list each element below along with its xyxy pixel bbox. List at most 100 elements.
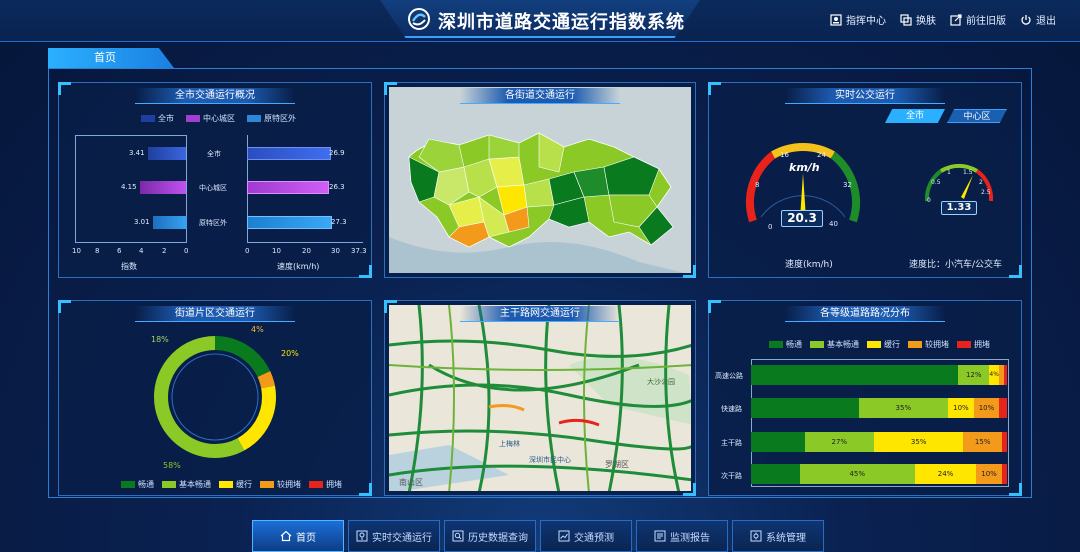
bar-segment-light-congested: 10% <box>976 464 1002 484</box>
donut-label-light-congested: 4% <box>251 325 264 334</box>
legend-swatch <box>810 341 824 348</box>
chart-icon <box>558 530 570 542</box>
street-map-panel: 各街道交通运行 <box>384 82 696 278</box>
tab-home[interactable]: 首页 <box>48 48 174 68</box>
legend-swatch <box>247 115 261 122</box>
legend-item: 较拥堵 <box>260 479 301 490</box>
district-legend: 畅通 基本畅通 缓行 较拥堵 拥堵 <box>121 479 342 490</box>
donut-label-smooth: 18% <box>151 335 169 344</box>
arterial-map[interactable]: 上梅林 深圳市民中心 南山区 罗湖区 大沙公园 <box>389 305 691 491</box>
road-level-name: 高速公路 <box>715 372 743 380</box>
road-level-bar: 35% 10% 10% <box>751 398 1007 418</box>
index-value-city: 3.41 <box>129 149 145 157</box>
map-label: 南山区 <box>399 478 423 487</box>
bar-segment-light-congested: 15% <box>963 432 1002 452</box>
legend-swatch <box>908 341 922 348</box>
bar-segment-smooth <box>751 398 859 418</box>
speed-gauge-tick: 0 <box>768 223 773 231</box>
bar-segment-congested <box>1001 432 1007 452</box>
top-bar: 深圳市道路交通运行指数系统 指挥中心 换肤 前往旧版 退出 <box>0 0 1080 42</box>
bar-segment-basic: 12% <box>958 365 990 385</box>
bar-segment-slow: 10% <box>948 398 974 418</box>
command-center-icon <box>830 13 842 26</box>
skin-label: 换肤 <box>916 16 936 27</box>
bar-segment-congested <box>999 398 1007 418</box>
nav-forecast[interactable]: 交通预测 <box>540 520 632 552</box>
index-value-outer: 3.01 <box>134 218 150 226</box>
legend-label: 畅通 <box>138 480 154 489</box>
nav-label: 交通预测 <box>574 532 614 544</box>
map-label: 罗湖区 <box>605 460 629 469</box>
nav-realtime[interactable]: 实时交通运行 <box>348 520 440 552</box>
legend-item-center: 中心城区 <box>186 113 235 124</box>
settings-icon <box>750 530 762 542</box>
speed-gauge-tick: 8 <box>755 181 760 189</box>
legend-swatch <box>309 481 323 488</box>
road-level-bar: 27% 35% 15% <box>751 432 1007 452</box>
skin-button[interactable]: 换肤 <box>900 12 936 27</box>
road-level-bar: 12% 4% <box>751 365 1007 385</box>
legend-item: 缓行 <box>867 339 900 350</box>
speed-axis-label: 速度(km/h) <box>277 262 320 271</box>
search-icon <box>452 530 464 542</box>
bottom-nav: 首页 实时交通运行 历史数据查询 交通预测 监测报告 系统管理 <box>252 520 824 552</box>
legend-item-outer: 原特区外 <box>247 113 296 124</box>
logout-label: 退出 <box>1036 16 1056 27</box>
speed-value-city: 26.9 <box>329 149 345 157</box>
tab-center[interactable]: 中心区 <box>947 109 1007 123</box>
bar-segment-congested <box>1004 365 1007 385</box>
location-icon <box>356 530 368 542</box>
logout-button[interactable]: 退出 <box>1020 12 1056 27</box>
legend-label: 较拥堵 <box>277 480 301 489</box>
ratio-gauge-tick: 0 <box>927 197 931 204</box>
index-tick: 8 <box>95 247 100 255</box>
skin-icon <box>900 13 912 26</box>
nav-report[interactable]: 监测报告 <box>636 520 728 552</box>
road-levels-legend: 畅通 基本畅通 缓行 较拥堵 拥堵 <box>769 339 990 350</box>
district-panel: 街道片区交通运行 18% 4% 20% 58% 畅通 基本畅通 缓行 较拥堵 拥… <box>58 300 372 496</box>
bar-segment-basic: 35% <box>858 398 949 418</box>
bar-segment-light-congested: 10% <box>973 398 1000 418</box>
legend-swatch <box>219 481 233 488</box>
nav-history[interactable]: 历史数据查询 <box>444 520 536 552</box>
speed-gauge-value: 20.3 <box>781 210 823 227</box>
donut-label-basic: 58% <box>163 461 181 470</box>
legend-label: 较拥堵 <box>925 340 949 349</box>
map-label: 上梅林 <box>499 440 520 448</box>
bus-title: 实时公交运行 <box>785 88 945 104</box>
speed-gauge-tick: 40 <box>829 220 838 228</box>
legend-item: 缓行 <box>219 479 252 490</box>
index-bar-city <box>148 147 186 160</box>
ratio-gauge-tick: 2 <box>979 179 983 186</box>
command-center-button[interactable]: 指挥中心 <box>830 12 886 27</box>
ratio-gauge-label: 速度比：小汽车/公交车 <box>909 260 1003 270</box>
index-tick: 0 <box>184 247 189 255</box>
legend-label: 缓行 <box>236 480 252 489</box>
overview-panel: 全市交通运行概况 全市 中心城区 原特区外 3.41 4.15 3.01 全市 … <box>58 82 372 278</box>
index-tick: 2 <box>162 247 167 255</box>
index-tick: 4 <box>139 247 144 255</box>
map-label: 深圳市民中心 <box>529 456 571 464</box>
tab-city[interactable]: 全市 <box>885 109 945 123</box>
nav-label: 监测报告 <box>670 532 710 544</box>
street-map[interactable] <box>389 87 691 273</box>
ratio-gauge-tick: 1 <box>947 169 951 176</box>
bus-panel: 实时公交运行 全市 中心区 0 8 16 24 32 40 km/h 20.3 … <box>708 82 1022 278</box>
nav-settings[interactable]: 系统管理 <box>732 520 824 552</box>
nav-home[interactable]: 首页 <box>252 520 344 552</box>
bar-segment-basic: 27% <box>804 432 874 452</box>
legend-swatch <box>260 481 274 488</box>
legend-item: 拥堵 <box>957 339 990 350</box>
legend-label: 中心城区 <box>203 114 235 123</box>
legend-swatch <box>162 481 176 488</box>
bar-segment-basic: 45% <box>799 464 915 484</box>
bar-segment-smooth <box>751 432 805 452</box>
old-version-button[interactable]: 前往旧版 <box>950 12 1006 27</box>
legend-item: 基本畅通 <box>162 479 211 490</box>
legend-item: 畅通 <box>121 479 154 490</box>
legend-label: 基本畅通 <box>827 340 859 349</box>
index-value-center: 4.15 <box>121 183 137 191</box>
road-level-name: 快速路 <box>721 405 742 413</box>
legend-swatch <box>957 341 971 348</box>
top-actions: 指挥中心 换肤 前往旧版 退出 <box>830 12 1056 27</box>
